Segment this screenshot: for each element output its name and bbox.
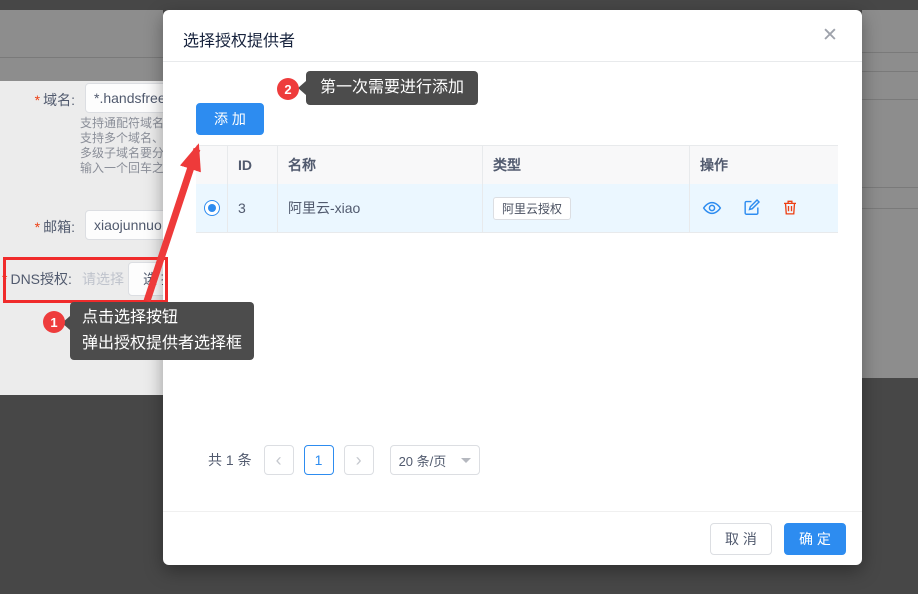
step-2-tooltip: 第一次需要进行添加 [306, 71, 478, 105]
trash-icon[interactable] [780, 198, 800, 218]
cell-id: 3 [228, 184, 278, 232]
pagination-next-icon[interactable]: › [344, 445, 374, 475]
email-field-label: *邮箱: [0, 217, 75, 237]
step-1-tooltip-line2: 弹出授权提供者选择框 [82, 331, 242, 357]
page-size-select[interactable]: 20 条/页 [390, 445, 480, 475]
modal-footer: 取 消 确 定 [163, 511, 862, 565]
cell-name: 阿里云-xiao [278, 184, 483, 232]
background-overlay-right [862, 10, 918, 378]
confirm-button[interactable]: 确 定 [784, 523, 846, 555]
step-1-tooltip: 点击选择按钮 弹出授权提供者选择框 [70, 302, 254, 360]
edit-icon[interactable] [741, 198, 761, 218]
provider-table: ID 名称 类型 操作 3 阿里云-xiao 阿里云授权 [196, 145, 838, 233]
header-type: 类型 [483, 146, 690, 184]
chevron-down-icon [461, 458, 471, 463]
pagination-total: 共 1 条 [208, 450, 252, 470]
table-row[interactable]: 3 阿里云-xiao 阿里云授权 [196, 184, 838, 232]
background-divider [862, 71, 918, 72]
step-1-badge: 1 [43, 311, 65, 333]
header-select-column [196, 146, 228, 184]
background-divider [862, 208, 918, 209]
background-overlay-left [0, 10, 163, 81]
background-divider [862, 187, 918, 188]
required-asterisk: * [35, 219, 40, 235]
type-tag: 阿里云授权 [493, 197, 571, 220]
step-2-badge: 2 [277, 78, 299, 100]
pagination-prev-icon[interactable]: ‹ [264, 445, 294, 475]
pagination-page-1[interactable]: 1 [304, 445, 334, 475]
add-button[interactable]: 添 加 [196, 103, 264, 135]
background-divider [0, 57, 163, 58]
dns-auth-field-label: *DNS授权: [2, 269, 72, 289]
view-eye-icon[interactable] [702, 198, 722, 218]
cell-type: 阿里云授权 [483, 184, 690, 232]
domain-help-text: 支持通配符域名 支持多个域名、 多级子域名要分 输入一个回车之 [80, 116, 164, 176]
pagination: 共 1 条 ‹ 1 › 20 条/页 [208, 445, 480, 475]
modal-header: 选择授权提供者 ✕ [163, 10, 862, 62]
cell-actions [690, 184, 838, 232]
page-size-value: 20 条/页 [399, 451, 447, 470]
background-divider [862, 52, 918, 53]
table-header-row: ID 名称 类型 操作 [196, 146, 838, 184]
background-divider [862, 99, 918, 100]
cancel-button[interactable]: 取 消 [710, 523, 772, 555]
required-asterisk: * [2, 271, 7, 287]
modal-title: 选择授权提供者 [183, 27, 295, 51]
dns-auth-placeholder: 请选择 [82, 269, 124, 289]
header-id: ID [228, 146, 278, 184]
header-action: 操作 [690, 146, 838, 184]
header-name: 名称 [278, 146, 483, 184]
domain-field-label: *域名: [0, 90, 75, 110]
radio-selected[interactable] [204, 200, 220, 216]
cell-select [196, 184, 228, 232]
page: *域名: 支持通配符域名 支持多个域名、 多级子域名要分 输入一个回车之 *邮箱… [0, 0, 918, 594]
close-icon[interactable]: ✕ [818, 24, 842, 48]
step-1-tooltip-line1: 点击选择按钮 [82, 305, 242, 331]
select-auth-provider-dialog: 选择授权提供者 ✕ 添 加 ID 名称 类型 操作 3 阿里云-xiao 阿里云… [163, 10, 862, 565]
required-asterisk: * [35, 92, 40, 108]
